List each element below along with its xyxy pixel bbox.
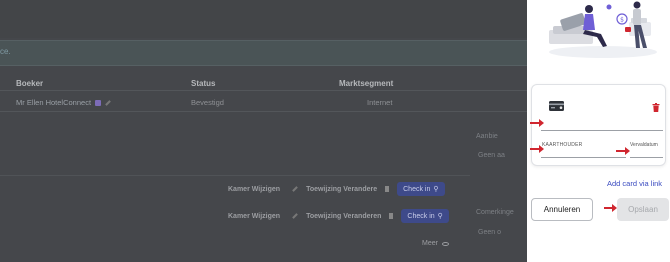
cardholder-label: KAARTHOUDER xyxy=(542,142,583,148)
side-label-none-2: Geen o xyxy=(478,229,501,236)
pencil-icon xyxy=(292,186,298,192)
checkin-label: Check in xyxy=(407,212,435,220)
credit-card-icon xyxy=(549,98,564,116)
more-toggle[interactable]: Meer xyxy=(422,240,449,247)
pencil-icon xyxy=(292,213,298,219)
change-room-link[interactable]: Kamer Wijzigen xyxy=(228,213,280,220)
more-label: Meer xyxy=(422,240,438,247)
trash-icon[interactable] xyxy=(385,186,390,192)
change-assignment-link[interactable]: Toewijzing Verandere xyxy=(306,186,377,193)
column-header-booker: Boeker xyxy=(16,79,44,88)
payment-drawer: $ KAARTHOUDER Vervaldatum Add card via l… xyxy=(527,0,670,262)
segment-cell: Internet xyxy=(367,98,393,107)
info-bar xyxy=(0,40,527,66)
action-row-2: Kamer Wijzigen Toewijzing Veranderen Che… xyxy=(228,209,449,223)
cardholder-field[interactable] xyxy=(541,157,626,158)
action-row-1: Kamer Wijzigen Toewijzing Verandere Chec… xyxy=(228,182,445,196)
search-icon: ⚲ xyxy=(433,186,439,193)
booker-cell[interactable]: Mr Ellen HotelConnect xyxy=(16,98,111,107)
pencil-icon[interactable] xyxy=(105,100,111,106)
svg-text:$: $ xyxy=(620,17,624,24)
change-room-link[interactable]: Kamer Wijzigen xyxy=(228,186,280,193)
side-label-offers: Aanbie xyxy=(476,133,498,140)
eye-icon xyxy=(441,241,449,246)
payment-card-form: KAARTHOUDER Vervaldatum xyxy=(531,84,666,166)
column-header-segment: Marktsegment xyxy=(339,79,394,88)
delete-card-icon[interactable] xyxy=(652,99,660,117)
annotation-arrow-icon xyxy=(530,119,544,127)
expiry-field[interactable] xyxy=(630,157,663,158)
expiry-label: Vervaldatum xyxy=(630,142,658,148)
checkin-button[interactable]: Check in ⚲ xyxy=(397,182,445,196)
background-header xyxy=(0,0,527,38)
link-icon xyxy=(95,100,102,107)
checkin-label: Check in xyxy=(403,185,431,193)
checkin-button[interactable]: Check in ⚲ xyxy=(401,209,449,223)
background-app: ce. Boeker Status Marktsegment Mr Ellen … xyxy=(0,0,527,262)
divider xyxy=(0,175,470,176)
side-label-none: Geen aa xyxy=(478,152,505,159)
info-text: ce. xyxy=(0,47,11,56)
annotation-arrow-icon xyxy=(530,145,544,153)
annotation-arrow-icon xyxy=(604,204,617,212)
save-button[interactable]: Opslaan xyxy=(617,198,669,221)
booker-name: Mr Ellen HotelConnect xyxy=(16,98,92,107)
search-icon: ⚲ xyxy=(437,213,443,220)
annotation-arrow-icon xyxy=(616,147,630,155)
card-number-field[interactable] xyxy=(541,130,663,131)
trash-icon[interactable] xyxy=(389,213,394,219)
add-card-via-link[interactable]: Add card via link xyxy=(607,179,662,188)
cancel-button[interactable]: Annuleren xyxy=(531,198,593,221)
payment-illustration-icon: $ xyxy=(549,1,657,58)
change-assignment-link[interactable]: Toewijzing Veranderen xyxy=(306,213,381,220)
column-header-status: Status xyxy=(191,79,216,88)
status-cell: Bevestigd xyxy=(191,98,224,107)
side-label-remarks: Comerkinge xyxy=(476,209,514,216)
